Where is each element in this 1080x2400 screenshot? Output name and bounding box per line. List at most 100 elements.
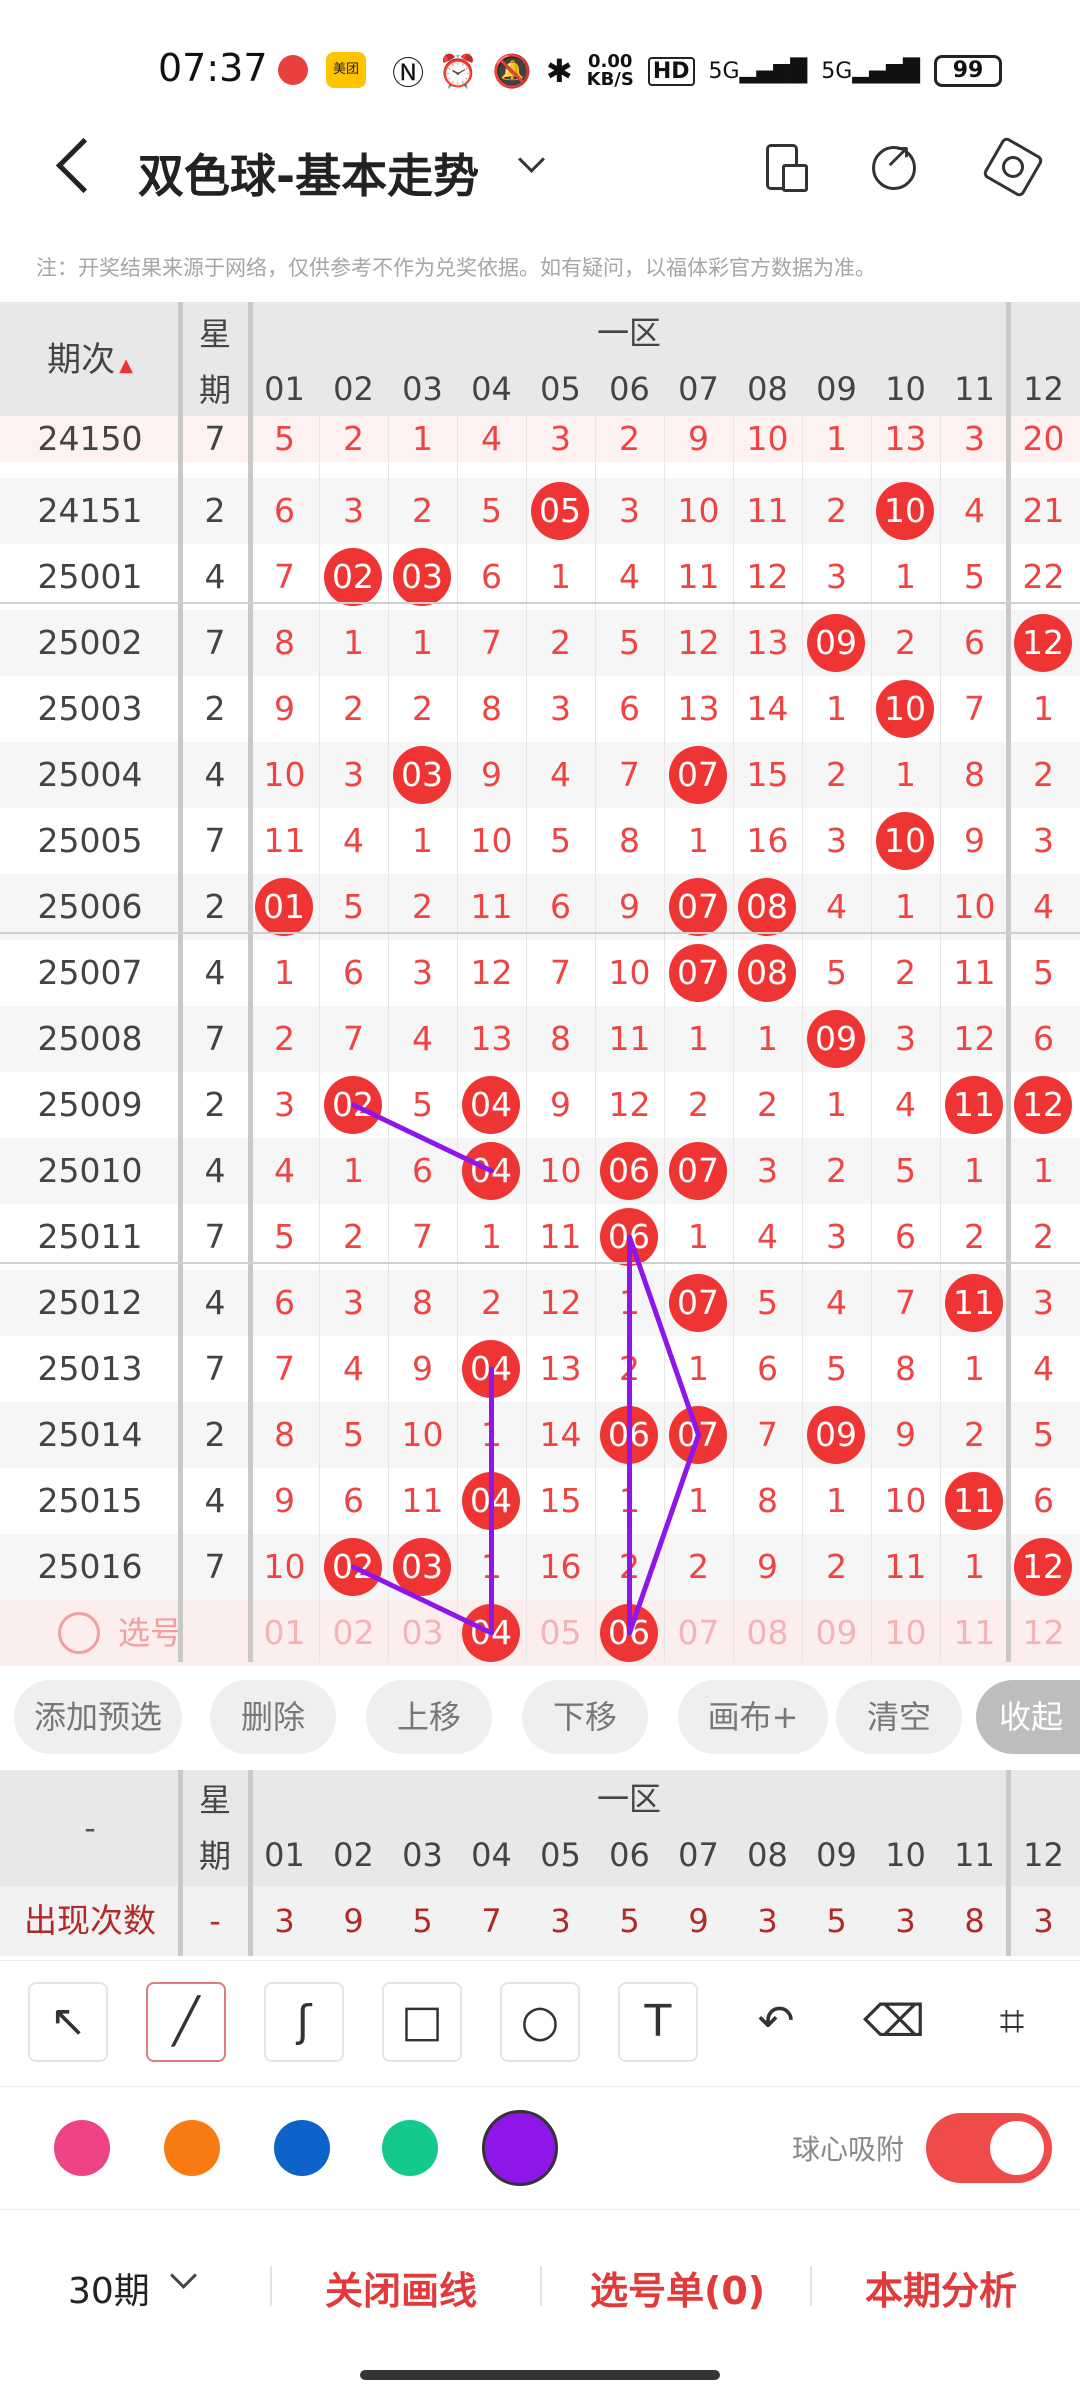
color-swatch[interactable] [482,2110,558,2186]
select-number[interactable]: 03 [388,1600,457,1666]
drawn-ball[interactable]: 04 [462,1076,520,1134]
color-swatch[interactable] [382,2120,438,2176]
select-number[interactable]: 12 [1009,1600,1078,1666]
drawn-ball[interactable]: 02 [324,1076,382,1134]
drawn-ball[interactable]: 02 [324,548,382,606]
color-swatch[interactable] [164,2120,220,2176]
action-button-3[interactable]: 下移 [522,1680,648,1754]
drawn-ball[interactable]: 03 [393,746,451,804]
drawn-ball[interactable]: 11 [945,1274,1003,1332]
drawn-ball[interactable]: 06 [600,1142,658,1200]
eraser-icon[interactable]: ⌫ [854,1982,934,2062]
select-number[interactable]: 08 [733,1600,802,1666]
period-selector[interactable]: 30期 [68,2262,150,2314]
issue-cell: 25016 [37,1547,143,1586]
issue-header[interactable]: 期次 ▲ [0,302,180,418]
sort-icon[interactable]: ▲ [119,355,133,376]
appearance-count: 5 [826,1902,847,1940]
select-number[interactable]: 10 [871,1600,940,1666]
drawn-ball[interactable]: 08 [738,944,796,1002]
drawn-ball[interactable]: 09 [807,1406,865,1464]
action-button-0[interactable]: 添加预选 [14,1680,182,1754]
miss-count: 3 [757,1151,778,1190]
drawn-ball[interactable]: 09 [807,614,865,672]
drawn-ball[interactable]: 10 [876,680,934,738]
drawn-ball[interactable]: 11 [945,1076,1003,1134]
issue-cell: 24150 [37,419,143,458]
select-number[interactable]: 09 [802,1600,871,1666]
drawn-ball[interactable]: 07 [669,878,727,936]
select-number[interactable]: 05 [526,1600,595,1666]
drawn-ball[interactable]: 03 [393,548,451,606]
select-ball[interactable]: 04 [462,1604,520,1662]
drawn-ball[interactable]: 07 [669,1406,727,1464]
miss-count: 10 [608,953,651,992]
select-number[interactable]: 02 [319,1600,388,1666]
drawn-ball[interactable]: 06 [600,1406,658,1464]
action-button-2[interactable]: 上移 [366,1680,492,1754]
miss-count: 2 [964,1415,985,1454]
drawn-ball[interactable]: 06 [600,1208,658,1266]
drawn-ball[interactable]: 05 [531,482,589,540]
device-switch-icon[interactable] [760,142,808,192]
select-radio[interactable] [58,1612,100,1654]
issue-cell: 24151 [37,491,143,530]
week-header: 星期 [198,315,231,409]
analysis-button[interactable]: 本期分析 [865,2260,1017,2315]
chevron-down-icon[interactable] [518,150,544,176]
miss-count: 6 [550,887,571,926]
snap-toggle[interactable] [926,2113,1052,2183]
curve-icon[interactable]: ʃ [264,1982,344,2062]
circle-icon[interactable]: ○ [500,1982,580,2062]
signal-5g-icon-2: 5G▂▄▆█ [821,58,920,84]
action-button-4[interactable]: 画布+ [678,1680,828,1754]
drawn-ball[interactable]: 09 [807,1010,865,1068]
drawn-ball[interactable]: 07 [669,944,727,1002]
drawn-ball[interactable]: 01 [255,878,313,936]
rectangle-icon[interactable]: □ [382,1982,462,2062]
drawn-ball[interactable]: 02 [324,1538,382,1596]
drawn-ball[interactable]: 11 [945,1472,1003,1530]
hd-icon: HD [647,56,695,86]
selection-list-button[interactable]: 选号单(0) [590,2260,765,2315]
drawn-ball[interactable]: 07 [669,1274,727,1332]
drawn-ball[interactable]: 12 [1014,1076,1072,1134]
back-icon[interactable] [52,142,92,182]
undo-icon[interactable]: ↶ [736,1982,816,2062]
chevron-down-icon[interactable] [170,2266,198,2294]
select-number[interactable]: 11 [940,1600,1009,1666]
drawn-ball[interactable]: 07 [669,1142,727,1200]
page-title[interactable]: 双色球-基本走势 [138,140,479,206]
select-number[interactable]: 07 [664,1600,733,1666]
miss-count: 2 [343,689,364,728]
drawn-ball[interactable]: 04 [462,1340,520,1398]
drawn-ball[interactable]: 04 [462,1472,520,1530]
miss-count: 9 [619,887,640,926]
settings-icon[interactable] [988,142,1036,190]
miss-count: 13 [746,623,789,662]
action-button-5[interactable]: 清空 [836,1680,962,1754]
drawn-ball[interactable]: 03 [393,1538,451,1596]
action-button-1[interactable]: 删除 [210,1680,336,1754]
color-swatch[interactable] [54,2120,110,2176]
miss-count: 1 [412,419,433,458]
drawn-ball[interactable]: 12 [1014,614,1072,672]
collapse-button[interactable]: 收起 [976,1680,1080,1754]
share-icon[interactable] [870,136,918,190]
drawn-ball[interactable]: 10 [876,812,934,870]
drawn-ball[interactable]: 12 [1014,1538,1072,1596]
line-icon[interactable]: ╱ [146,1982,226,2062]
arrow-icon[interactable]: ↖ [28,1982,108,2062]
select-ball[interactable]: 06 [600,1604,658,1662]
select-number[interactable]: 01 [250,1600,319,1666]
close-lines-button[interactable]: 关闭画线 [325,2260,477,2315]
drawn-ball[interactable]: 07 [669,746,727,804]
select-label[interactable]: 选号 [118,1600,182,1666]
miss-count: 9 [274,689,295,728]
drawn-ball[interactable]: 04 [462,1142,520,1200]
text-icon[interactable]: T [618,1982,698,2062]
color-swatch[interactable] [274,2120,330,2176]
drawn-ball[interactable]: 10 [876,482,934,540]
clear-brush-icon[interactable]: ⌗ [972,1982,1052,2062]
drawn-ball[interactable]: 08 [738,878,796,936]
